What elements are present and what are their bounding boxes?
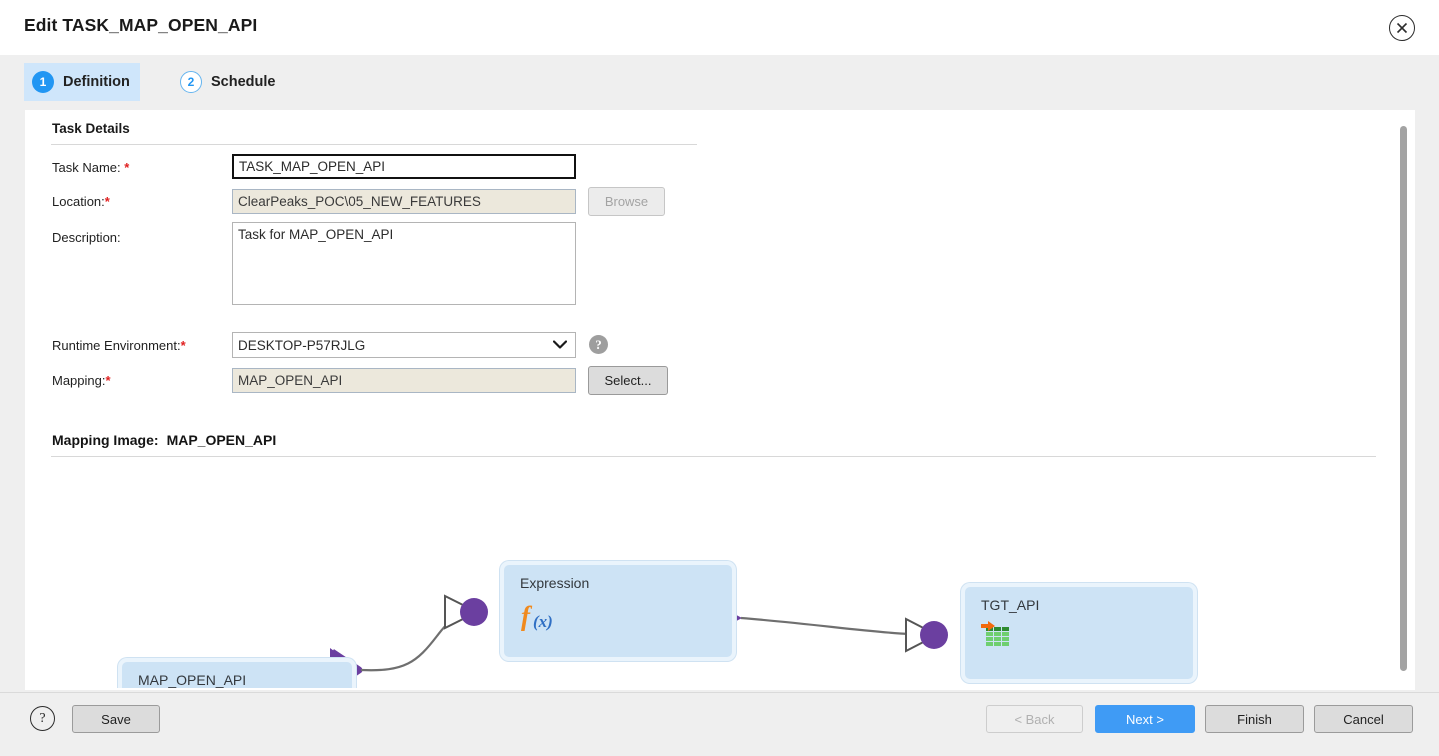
diagram-node-expression-label: Expression xyxy=(520,575,590,591)
link-expression-to-target xyxy=(740,616,910,636)
task-name-label: Task Name: * xyxy=(52,160,130,175)
tab-definition-label: Definition xyxy=(63,74,130,90)
help-icon[interactable]: ? xyxy=(30,706,55,731)
diagram-node-target[interactable]: TGT_API xyxy=(961,583,1197,683)
dialog-titlebar: Edit TASK_MAP_OPEN_API xyxy=(0,0,1439,55)
finish-button[interactable]: Finish xyxy=(1205,705,1304,733)
task-details-heading: Task Details xyxy=(52,121,130,136)
description-label: Description: xyxy=(52,230,121,245)
task-details-divider xyxy=(51,144,697,145)
next-button[interactable]: Next > xyxy=(1095,705,1195,733)
mapping-input[interactable] xyxy=(232,368,576,393)
runtime-environment-select-wrap: DESKTOP-P57RJLG xyxy=(232,332,576,358)
target-input-port-icon xyxy=(920,621,948,649)
svg-text:(x): (x) xyxy=(533,612,553,631)
diagram-node-source-label: MAP_OPEN_API xyxy=(138,672,247,688)
mapping-image-heading: Mapping Image: MAP_OPEN_API xyxy=(52,432,277,448)
close-x-glyph xyxy=(1396,22,1408,34)
task-name-input[interactable] xyxy=(232,154,576,179)
definition-panel: Task Details Task Name: * Location:* Bro… xyxy=(25,110,1415,690)
close-icon[interactable] xyxy=(1389,15,1415,41)
mapping-image-name: MAP_OPEN_API xyxy=(166,432,277,448)
runtime-environment-help-icon[interactable]: ? xyxy=(589,335,608,354)
dialog-footer: ? Save < Back Next > Finish Cancel xyxy=(0,692,1439,756)
target-table-icon xyxy=(981,621,1015,656)
svg-text:f: f xyxy=(521,601,533,631)
tab-schedule-label: Schedule xyxy=(211,74,276,90)
tab-definition-number: 1 xyxy=(32,71,54,93)
diagram-node-source[interactable]: MAP_OPEN_API xyxy=(118,658,356,688)
wizard-tabstrip: 1 Definition 2 Schedule xyxy=(0,55,1439,110)
function-fx-icon: f (x) xyxy=(520,601,562,638)
description-textarea[interactable] xyxy=(232,222,576,305)
page-title: Edit TASK_MAP_OPEN_API xyxy=(24,15,258,35)
browse-button[interactable]: Browse xyxy=(588,187,665,216)
tab-schedule[interactable]: 2 Schedule xyxy=(172,63,285,101)
back-button[interactable]: < Back xyxy=(986,705,1083,733)
cancel-button[interactable]: Cancel xyxy=(1314,705,1413,733)
save-button[interactable]: Save xyxy=(72,705,160,733)
select-mapping-button[interactable]: Select... xyxy=(588,366,668,395)
vertical-scrollbar-thumb[interactable] xyxy=(1400,126,1407,671)
location-label: Location:* xyxy=(52,194,110,209)
mapping-label: Mapping:* xyxy=(52,373,111,388)
tab-schedule-number: 2 xyxy=(180,71,202,93)
runtime-environment-label: Runtime Environment:* xyxy=(52,338,186,353)
expression-input-port-icon xyxy=(460,598,488,626)
mapping-diagram-canvas: MAP_OPEN_API Expression f (x) TGT_API xyxy=(25,466,1405,688)
location-input[interactable] xyxy=(232,189,576,214)
diagram-node-target-label: TGT_API xyxy=(981,597,1040,613)
runtime-environment-select[interactable]: DESKTOP-P57RJLG xyxy=(232,332,576,358)
mapping-image-divider xyxy=(51,456,1376,457)
diagram-node-expression[interactable]: Expression f (x) xyxy=(500,561,736,661)
edit-task-dialog: Edit TASK_MAP_OPEN_API 1 Definition 2 Sc… xyxy=(0,0,1439,756)
tab-definition[interactable]: 1 Definition xyxy=(24,63,140,101)
